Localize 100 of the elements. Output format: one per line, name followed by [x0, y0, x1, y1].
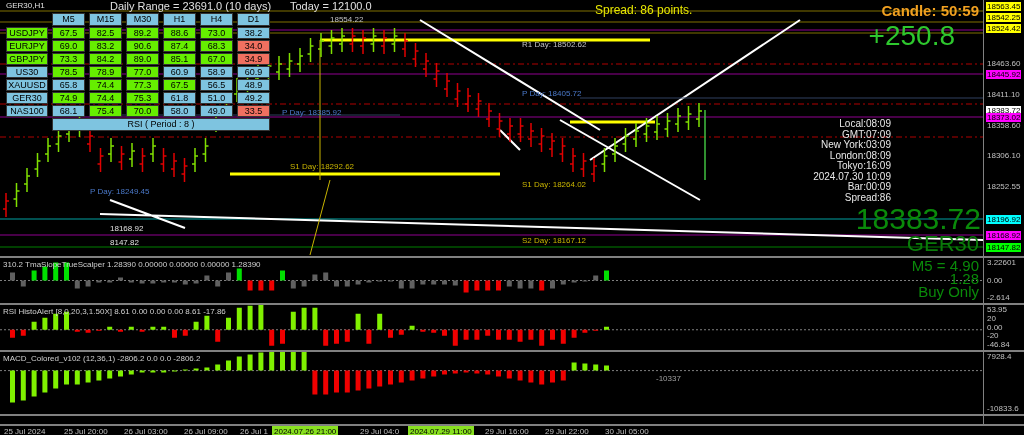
rsi-cell: 67.5 [163, 79, 196, 91]
price-label: 18411.10 [986, 90, 1021, 99]
time-label: 2024.07.26 21:00 [272, 426, 339, 435]
chart-symbol: GER30,H1 [6, 1, 45, 10]
rsi-cell: 90.6 [126, 40, 159, 52]
time-label: 25 Jul 2024 [3, 426, 47, 435]
table-footer: RSI ( Period : 8 ) [52, 118, 270, 131]
price-label: 18463.60 [986, 59, 1022, 68]
rsi-cell: 74.9 [52, 92, 85, 104]
axis-label: -20 [986, 331, 1000, 341]
rsi-cell: 77.0 [126, 66, 159, 78]
clock-line: Bar:00:09 [847, 182, 891, 193]
time-label: 29 Jul 22:00 [544, 426, 590, 435]
price-label: 18147.82 [986, 243, 1022, 252]
axis-label: -46.84 [986, 340, 1011, 349]
price-label: 18358.60 [986, 121, 1022, 130]
axis-label: 3.22601 [986, 258, 1017, 267]
clock-line: London:08:09 [829, 150, 891, 161]
rsi-cell: 61.8 [163, 92, 196, 104]
level-label: 8147.82 [110, 238, 139, 247]
rsi-cell: 75.3 [126, 92, 159, 104]
clock-line: Tokyo:16:09 [837, 161, 891, 172]
price-label: 18445.92 [986, 70, 1022, 79]
symbol-cell: XAUUSD [6, 79, 48, 91]
clock-line: GMT:07:09 [842, 129, 891, 140]
axis-label: 0.00 [986, 322, 1004, 332]
rsi-cell: 77.3 [126, 79, 159, 91]
signal-text: M5 = 4.90 [911, 259, 979, 272]
column-header: H4 [200, 13, 233, 26]
rsi-cell: 89.0 [126, 53, 159, 65]
level-label: S2 Day: 18167.12 [522, 236, 587, 245]
axis-label: 7928.4 [986, 352, 1013, 361]
rsi-cell: 49.2 [237, 92, 270, 104]
rsi-cell: 65.8 [52, 79, 85, 91]
level-label: S1 Day: 18292.62 [290, 162, 355, 171]
symbol-cell: GER30 [6, 92, 48, 104]
rsi-cell: 70.0 [126, 105, 159, 117]
rsi-cell: 58.9 [200, 66, 233, 78]
column-header: M15 [89, 13, 122, 26]
rsi-cell: 58.0 [163, 105, 196, 117]
time-label: 2024.07.29 11:00 [408, 426, 474, 435]
column-header: M5 [52, 13, 85, 26]
column-header: D1 [237, 13, 270, 26]
price-label: 18168.92 [986, 231, 1022, 240]
profit-value: +250.8 [868, 20, 955, 52]
time-label: 26 Jul 09:00 [183, 426, 229, 435]
rsi-cell: 60.9 [237, 66, 270, 78]
spread-text: Spread: 86 points. [595, 3, 693, 17]
level-label: S1 Day: 18264.02 [522, 180, 587, 189]
price-label: 18542.25 [986, 13, 1022, 22]
rsi-cell: 60.9 [163, 66, 196, 78]
indicator-title: MACD_Colored_v102 (12,36,1) -2806.2 0.0 0.0 -2806.2 [3, 354, 201, 363]
time-label: 30 Jul 05:00 [604, 426, 650, 435]
rsi-cell: 68.3 [200, 40, 233, 52]
rsi-cell: 68.1 [52, 105, 85, 117]
rsi-cell: 74.4 [89, 92, 122, 104]
price-label: 18563.45 [986, 2, 1022, 11]
clock-line: New York:03:09 [820, 140, 891, 151]
clock-line: Local:08:09 [839, 119, 891, 130]
rsi-cell: 34.0 [237, 40, 270, 52]
column-header: H1 [163, 13, 196, 26]
daily-range-text: Daily Range = 23691.0 (10 days) [110, 0, 272, 12]
time-label: 29 Jul 16:00 [484, 426, 530, 435]
rsi-cell: 75.4 [89, 105, 122, 117]
rsi-cell: 78.5 [52, 66, 85, 78]
signal-text: 1.28 [949, 272, 979, 285]
level-label: P Day: 18385.92 [282, 108, 342, 117]
clock-line: 2024.07.30 10:09 [813, 171, 891, 182]
time-label: 29 Jul 04:0 [359, 426, 401, 435]
rsi-cell: 82.5 [89, 27, 122, 39]
clock-line: Spread:86 [844, 192, 891, 203]
rsi-cell: 85.1 [163, 53, 196, 65]
rsi-cell: 78.9 [89, 66, 122, 78]
rsi-cell: 88.6 [163, 27, 196, 39]
price-label: 18524.42 [986, 24, 1022, 33]
indicator-title: 310.2 TmaSlopeTrueScalper 1.28390 0.00000 0.00000 0.00000 1.28390 [3, 260, 261, 269]
symbol-cell: US30 [6, 66, 48, 78]
rsi-cell: 73.0 [200, 27, 233, 39]
rsi-cell: 49.0 [200, 105, 233, 117]
today-range-text: Today = 12100.0 [290, 0, 372, 12]
axis-label: 0.00 [986, 275, 1004, 285]
symbol-cell: USDJPY [6, 27, 48, 39]
rsi-cell: 38.2 [237, 27, 270, 39]
axis-label: -2.614 [986, 293, 1011, 302]
price-label: 18373.02 [986, 113, 1022, 122]
rsi-cell: 48.9 [237, 79, 270, 91]
time-label: 26 Jul 1 [239, 426, 270, 435]
rsi-cell: 89.2 [126, 27, 159, 39]
time-label: 25 Jul 20:00 [63, 426, 109, 435]
symbol-cell: GBPJPY [6, 53, 48, 65]
price-label: 18252.55 [986, 182, 1022, 191]
rsi-cell: 56.5 [200, 79, 233, 91]
level-label: P Day: 18249.45 [90, 187, 150, 196]
rsi-cell: 83.2 [89, 40, 122, 52]
candle-timer: Candle: 50:59 [881, 2, 979, 19]
level-label: 18168.92 [110, 224, 144, 233]
axis-label: 53.95 [986, 305, 1009, 314]
column-header: M30 [126, 13, 159, 26]
price-label: 18306.10 [986, 151, 1022, 160]
rsi-cell: 87.4 [163, 40, 196, 52]
